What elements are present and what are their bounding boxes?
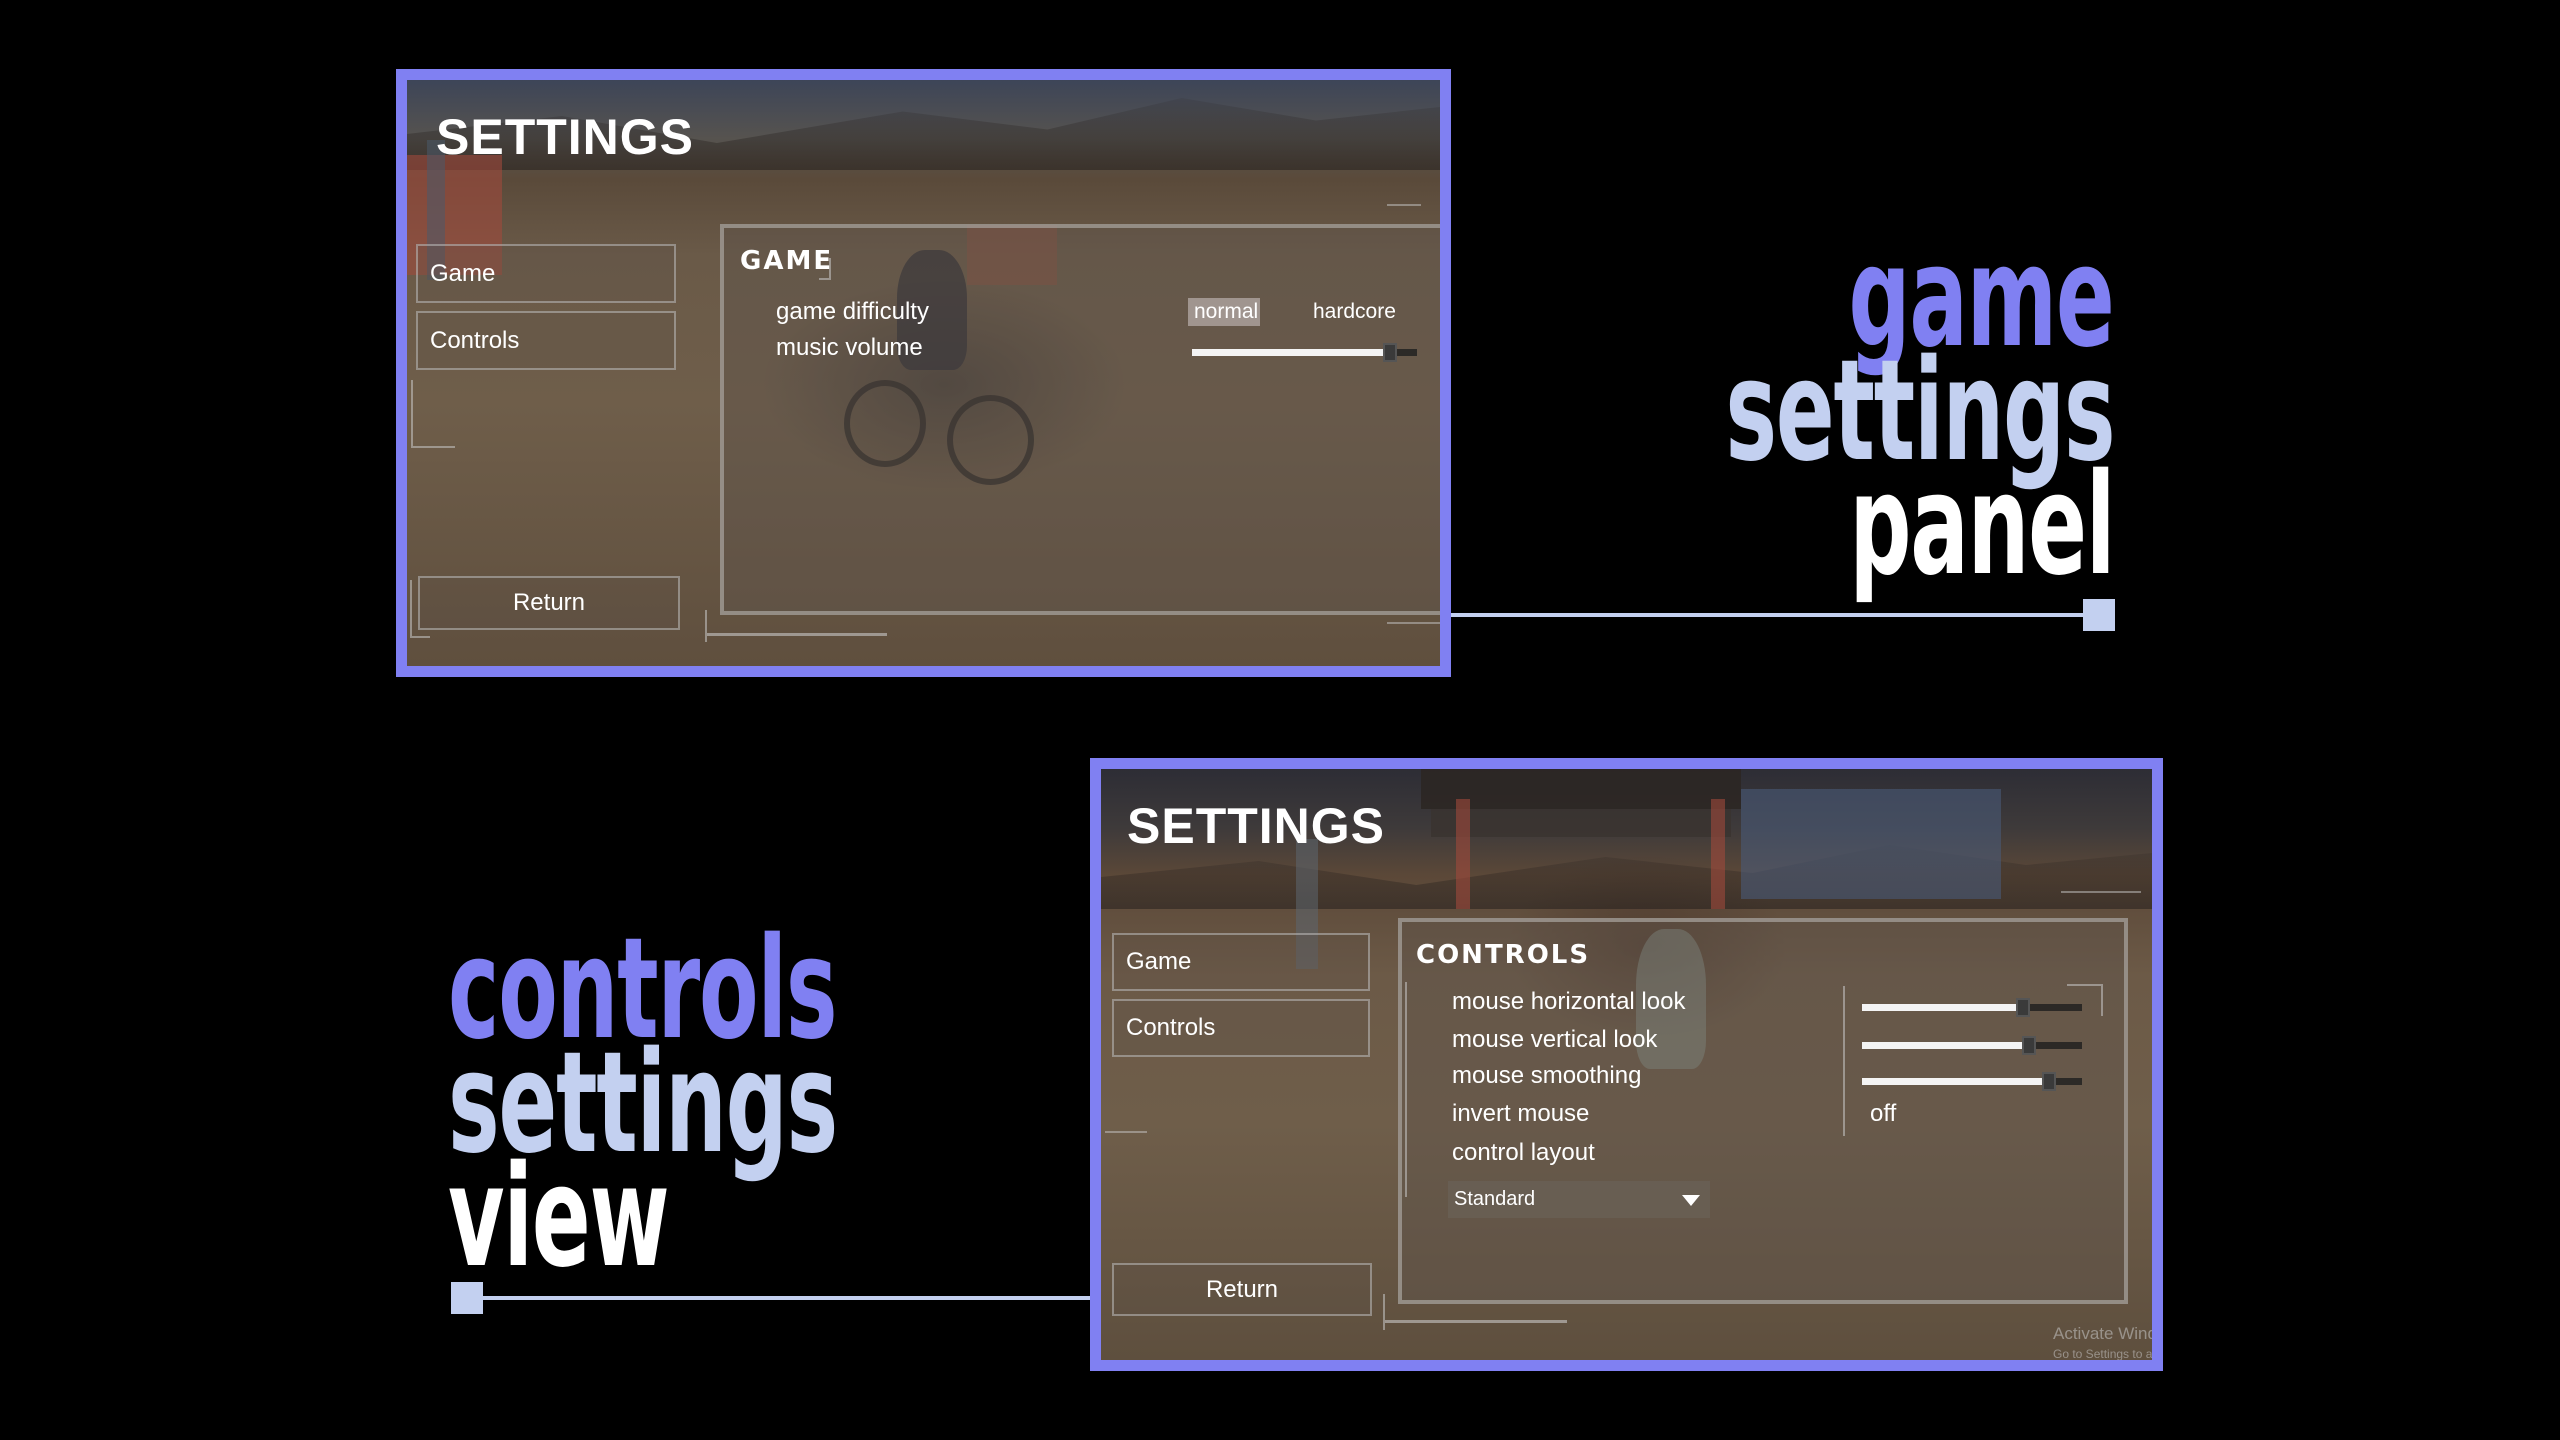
- slider-handle[interactable]: [2022, 1036, 2037, 1055]
- slider-fill: [1192, 349, 1390, 356]
- divider-line: [1843, 986, 1845, 1136]
- decor-line: [707, 633, 887, 636]
- menu-item-controls[interactable]: Controls: [1112, 999, 1370, 1057]
- difficulty-label: game difficulty: [776, 298, 929, 325]
- decor-line: [1387, 622, 1440, 624]
- game-settings-screenshot: SETTINGS Game Controls Return GAME game …: [396, 69, 1451, 677]
- return-button[interactable]: Return: [1112, 1263, 1372, 1316]
- slider-handle[interactable]: [2015, 998, 2030, 1017]
- slider-fill: [1862, 1004, 2023, 1011]
- corner-bracket: [819, 258, 831, 280]
- chevron-down-icon: [1682, 1194, 1700, 1206]
- page-title: SETTINGS: [1127, 798, 1386, 854]
- difficulty-option-hardcore[interactable]: hardcore: [1313, 300, 1396, 324]
- menu-item-game[interactable]: Game: [416, 244, 676, 303]
- corner-bracket: [1405, 982, 1415, 1197]
- slider-fill: [1862, 1042, 2030, 1049]
- decor-line: [1385, 1320, 1567, 1323]
- mouse-smoothing-label: mouse smoothing: [1452, 1062, 1642, 1089]
- controls-settings-panel: CONTROLS mouse horizontal look mouse ver…: [1398, 918, 2128, 1304]
- invert-mouse-label: invert mouse: [1452, 1100, 1590, 1127]
- scaffold-structure: [1431, 809, 1731, 837]
- invert-mouse-value[interactable]: off: [1870, 1100, 1896, 1128]
- music-volume-slider[interactable]: [1192, 343, 1417, 362]
- return-button[interactable]: Return: [418, 576, 680, 630]
- music-volume-label: music volume: [776, 334, 923, 361]
- connector-line: [1451, 613, 2085, 617]
- scaffold-post: [1456, 799, 1470, 909]
- menu-item-controls[interactable]: Controls: [416, 311, 676, 370]
- activation-watermark-title: Activate Wind: [2053, 1324, 2157, 1343]
- mouse-smoothing-slider[interactable]: [1862, 1072, 2082, 1091]
- corner-bracket: [705, 610, 721, 642]
- decor-line: [2061, 891, 2141, 893]
- slider-handle[interactable]: [1383, 343, 1397, 362]
- scaffold-post: [1711, 799, 1725, 909]
- controls-settings-screenshot: SETTINGS Game Controls Return CONTROLS m…: [1090, 758, 2163, 1371]
- building-structure: [1741, 789, 2001, 899]
- decor-line: [1105, 1131, 1147, 1133]
- mouse-horizontal-slider[interactable]: [1862, 998, 2082, 1017]
- difficulty-option-normal[interactable]: normal: [1188, 298, 1260, 326]
- mouse-vertical-label: mouse vertical look: [1452, 1026, 1658, 1053]
- slider-handle[interactable]: [2042, 1072, 2056, 1091]
- heading-panel-word: panel: [1849, 444, 2115, 607]
- slider-fill: [1862, 1078, 2049, 1085]
- mouse-horizontal-label: mouse horizontal look: [1452, 988, 1686, 1015]
- corner-bracket: [410, 580, 430, 638]
- corner-bracket: [2067, 984, 2103, 1016]
- control-layout-dropdown[interactable]: Standard: [1448, 1181, 1710, 1218]
- page-title: SETTINGS: [436, 109, 695, 165]
- menu-item-game[interactable]: Game: [1112, 933, 1370, 991]
- activation-watermark-subtitle: Go to Settings to a: [2053, 1347, 2153, 1361]
- game-settings-panel: GAME game difficulty normal hardcore mus…: [720, 224, 1440, 615]
- heading-view-word: view: [448, 1136, 670, 1299]
- corner-bracket: [1383, 1294, 1399, 1330]
- dropdown-selected-value: Standard: [1454, 1188, 1536, 1210]
- mouse-vertical-slider[interactable]: [1862, 1036, 2082, 1055]
- corner-bracket: [411, 380, 455, 448]
- section-header: CONTROLS: [1416, 940, 1591, 970]
- control-layout-label: control layout: [1452, 1139, 1595, 1166]
- decor-line: [1387, 204, 1421, 206]
